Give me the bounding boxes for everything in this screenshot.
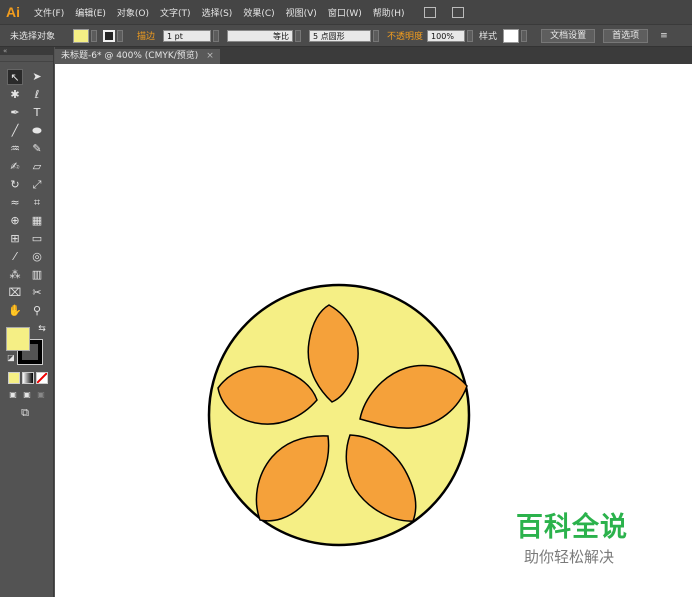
width-icon[interactable]: ≈: [7, 195, 23, 211]
control-bar: 未选择对象 描边 1 pt 等比 5 点圆形 不透明度 100% 样式 文档设置…: [0, 25, 692, 47]
selection-status: 未选择对象: [10, 32, 56, 42]
none-mode-icon[interactable]: [36, 372, 48, 384]
shape-builder-icon[interactable]: ⊕: [7, 213, 23, 229]
rotate-icon[interactable]: ↻: [7, 177, 23, 193]
document-tab-strip: 未标题-6* @ 400% (CMYK/预览) ×: [55, 47, 692, 64]
scale-icon[interactable]: ⤢: [29, 177, 45, 193]
slice-icon[interactable]: ✂: [29, 285, 45, 301]
line-icon[interactable]: ╱: [7, 123, 23, 139]
gradient-mode-icon[interactable]: [22, 372, 34, 384]
fill-color-box[interactable]: [6, 327, 30, 351]
menu-type[interactable]: 文字(T): [160, 6, 191, 19]
free-transform-icon[interactable]: ⌗: [29, 195, 45, 211]
stroke-weight-field[interactable]: 1 pt: [163, 29, 212, 42]
document-tab[interactable]: 未标题-6* @ 400% (CMYK/预览) ×: [55, 49, 220, 64]
panel-grip[interactable]: [0, 55, 53, 62]
artboard-icon[interactable]: ⌧: [7, 285, 23, 301]
draw-inside-icon[interactable]: ▣: [33, 387, 49, 403]
paintbrush-icon[interactable]: ♒: [7, 141, 23, 157]
menu-object[interactable]: 对象(O): [117, 6, 149, 19]
selection-icon[interactable]: ↖: [7, 69, 23, 85]
variable-width-profile[interactable]: 等比: [227, 29, 294, 42]
hand-icon[interactable]: ✋: [7, 303, 23, 319]
screen-mode-icon[interactable]: ⧉: [17, 405, 33, 421]
document-setup-button[interactable]: 文档设置: [541, 28, 596, 43]
blend-icon[interactable]: ◎: [29, 249, 45, 265]
profile-dropdown[interactable]: [295, 29, 302, 42]
opacity-dropdown[interactable]: [467, 29, 474, 42]
opacity-label[interactable]: 不透明度: [387, 29, 423, 42]
ellipse-icon[interactable]: ⬬: [29, 123, 45, 139]
stroke-dropdown[interactable]: [117, 29, 124, 42]
column-graph-icon[interactable]: ▥: [29, 267, 45, 283]
tools-panel: « ↖ ➤ ✱ ℓ ✒ T ╱ ⬬ ♒ ✎ ✍ ▱ ↻ ⤢ ≈ ⌗ ⊕ ▦ ⊞ …: [0, 47, 54, 597]
style-dropdown[interactable]: [521, 29, 528, 42]
opacity-field[interactable]: 100%: [427, 29, 466, 42]
swap-colors-icon[interactable]: ⇆: [34, 321, 50, 337]
lasso-icon[interactable]: ℓ: [29, 87, 45, 103]
stroke-label[interactable]: 描边: [137, 29, 155, 42]
preferences-button[interactable]: 首选项: [603, 28, 649, 43]
close-tab-icon[interactable]: ×: [206, 51, 214, 61]
stroke-color-swatch[interactable]: [103, 29, 116, 42]
watermark-title: 百科全说: [516, 512, 628, 543]
arrange-documents-icon[interactable]: [451, 6, 464, 18]
watermark: 百科全说 助你轻松解决: [516, 505, 676, 567]
bridge-icon[interactable]: [423, 6, 436, 18]
menu-select[interactable]: 选择(S): [202, 6, 233, 19]
brush-dropdown[interactable]: [373, 29, 380, 42]
stroke-weight-dropdown[interactable]: [213, 29, 220, 42]
menu-edit[interactable]: 编辑(E): [75, 6, 106, 19]
style-label: 样式: [479, 32, 498, 42]
mesh-icon[interactable]: ⊞: [7, 231, 23, 247]
panel-collapse-icon[interactable]: «: [0, 47, 53, 55]
panel-menu-icon[interactable]: ≡: [660, 31, 668, 41]
blob-brush-icon[interactable]: ✍: [7, 159, 23, 175]
type-icon[interactable]: T: [29, 105, 45, 121]
watermark-subtitle: 助你轻松解决: [524, 548, 615, 566]
graphic-style-swatch[interactable]: [503, 28, 520, 43]
fill-color-swatch[interactable]: [73, 28, 90, 43]
menu-window[interactable]: 窗口(W): [328, 6, 362, 19]
menu-file[interactable]: 文件(F): [34, 6, 64, 19]
pencil-icon[interactable]: ✎: [29, 141, 45, 157]
magic-wand-icon[interactable]: ✱: [7, 87, 23, 103]
default-colors-icon[interactable]: ◪: [3, 350, 19, 366]
zoom-icon[interactable]: ⚲: [29, 303, 45, 319]
menu-bar: Ai 文件(F) 编辑(E) 对象(O) 文字(T) 选择(S) 效果(C) 视…: [0, 0, 692, 25]
app-logo: Ai: [6, 4, 20, 20]
menu-view[interactable]: 视图(V): [286, 6, 317, 19]
eyedropper-icon[interactable]: ⁄: [7, 249, 23, 265]
menu-help[interactable]: 帮助(H): [373, 6, 405, 19]
color-mode-icon[interactable]: [8, 372, 20, 384]
fill-dropdown[interactable]: [91, 29, 98, 42]
brush-definition[interactable]: 5 点圆形: [309, 29, 372, 42]
document-tab-title: 未标题-6* @ 400% (CMYK/预览): [61, 51, 199, 61]
eraser-icon[interactable]: ▱: [29, 159, 45, 175]
menu-effect[interactable]: 效果(C): [243, 6, 274, 19]
perspective-grid-icon[interactable]: ▦: [29, 213, 45, 229]
gradient-icon[interactable]: ▭: [29, 231, 45, 247]
symbol-sprayer-icon[interactable]: ⁂: [7, 267, 23, 283]
direct-selection-icon[interactable]: ➤: [29, 69, 45, 85]
pen-icon[interactable]: ✒: [7, 105, 23, 121]
